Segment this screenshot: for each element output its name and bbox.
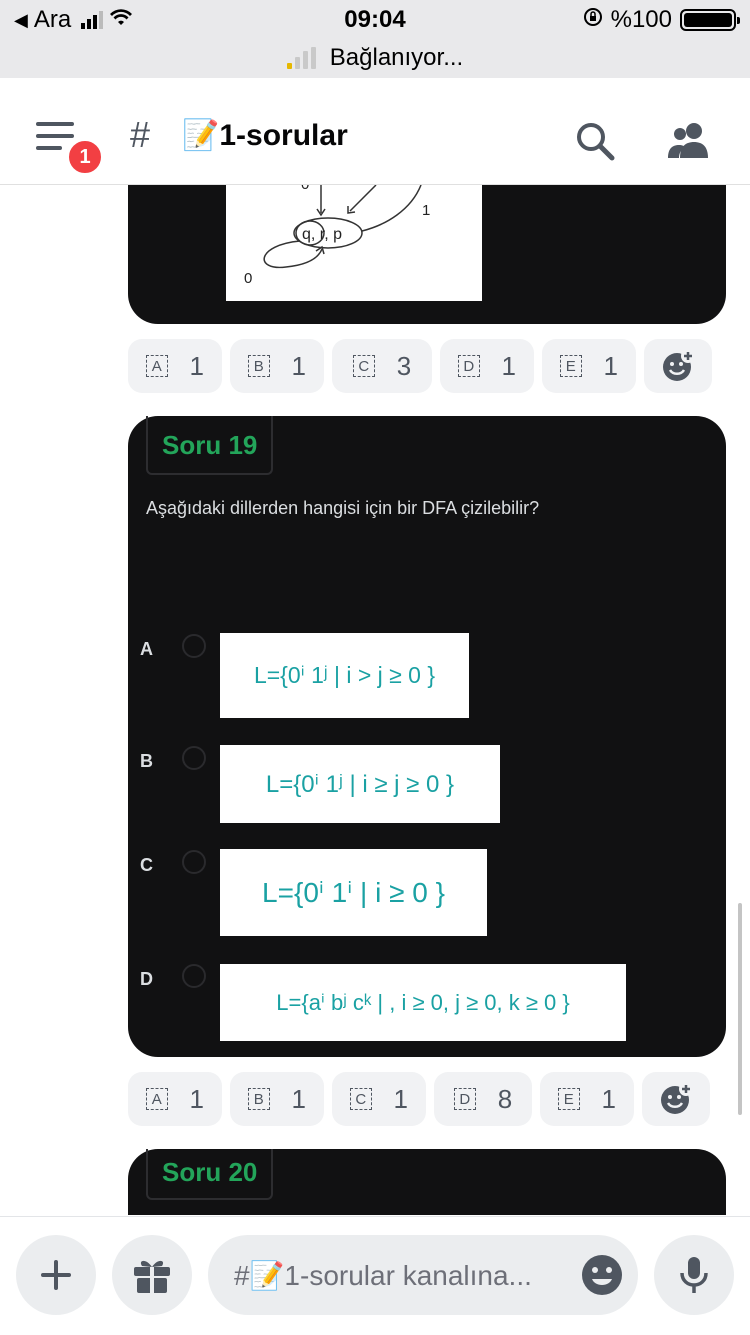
option-formula-c: L={0ⁱ 1ⁱ | i ≥ 0 } — [220, 849, 487, 936]
rotation-lock-icon — [583, 6, 603, 34]
channel-title[interactable]: 📝 1-sorular — [182, 118, 348, 153]
question-20-card: Soru 20 — [128, 1149, 726, 1215]
option-letter-d: D — [140, 969, 153, 989]
option-formula-a: L={0ⁱ 1ʲ | i > j ≥ 0 } — [220, 633, 469, 718]
reaction-D[interactable]: D 1 — [440, 339, 534, 393]
reaction-count: 1 — [291, 350, 306, 381]
reaction-key-icon: B — [248, 355, 270, 377]
formula-text: L={aⁱ bʲ cᵏ | , i ≥ 0, j ≥ 0, k ≥ 0 } — [276, 989, 570, 1015]
option-letter-b: B — [140, 751, 153, 771]
formula-text: L={0ⁱ 1ʲ | i > j ≥ 0 } — [253, 662, 436, 688]
reaction-key-icon: E — [560, 355, 582, 377]
reaction-key-icon: B — [248, 1088, 270, 1110]
plus-icon — [41, 1260, 71, 1290]
attach-button[interactable] — [16, 1235, 96, 1315]
formula-text: L={0ⁱ 1ⁱ | i ≥ 0 } — [262, 877, 445, 908]
channel-header: 1 # 📝 1-sorular — [0, 78, 750, 185]
gift-icon — [134, 1260, 170, 1293]
previous-reactions: A 1 B 1 C 3 D 1 E 1 — [128, 339, 712, 393]
option-letter-a: A — [140, 639, 153, 659]
connection-status: Bağlanıyor... — [0, 44, 750, 72]
formula-text: L={0ⁱ 1ʲ | i ≥ j ≥ 0 } — [265, 770, 455, 798]
reaction-count: 3 — [396, 350, 412, 381]
question-19-card: Soru 19 Aşağıdaki dillerden hangisi için… — [128, 416, 726, 1057]
reaction-count: 8 — [497, 1083, 513, 1114]
reaction-A[interactable]: A 1 — [128, 1072, 222, 1126]
search-icon[interactable] — [574, 120, 616, 162]
reaction-B[interactable]: B 1 — [230, 339, 324, 393]
connection-text: Bağlanıyor... — [329, 44, 464, 71]
channel-hash-icon: # — [130, 114, 151, 155]
question-text: Aşağıdaki dillerden hangisi için bir DFA… — [146, 498, 540, 518]
add-reaction-icon — [661, 1082, 693, 1114]
reaction-count: 1 — [291, 1083, 306, 1114]
reaction-key-icon: D — [453, 1088, 476, 1110]
notification-badge: 1 — [66, 138, 104, 176]
battery-icon — [680, 9, 740, 31]
message-feed[interactable]: 0 q, r, p 1 0 A 1 B 1 C 3 D 1 E 1 — [0, 185, 750, 1215]
reaction-E[interactable]: E 1 — [540, 1072, 634, 1126]
message-input[interactable]: #📝1-sorular kanalına... — [208, 1235, 638, 1315]
reaction-key-icon: C — [352, 355, 375, 377]
feed-scrollbar[interactable] — [738, 903, 742, 1115]
diagram-right-label: 1 — [422, 202, 430, 219]
option-formula-b: L={0ⁱ 1ʲ | i ≥ j ≥ 0 } — [220, 745, 500, 823]
option-radio-a[interactable] — [182, 634, 206, 658]
message-composer: #📝1-sorular kanalına... — [0, 1216, 750, 1335]
connection-bars-icon — [286, 47, 316, 69]
question-tag: Soru 19 — [146, 416, 274, 475]
message-placeholder: #📝1-sorular kanalına... — [234, 1259, 532, 1291]
reaction-A[interactable]: A 1 — [128, 339, 222, 393]
reaction-count: 1 — [189, 350, 204, 381]
option-letter-c: C — [140, 855, 153, 875]
status-right: %100 — [583, 6, 740, 34]
add-reaction-icon — [663, 349, 695, 381]
question-tag: Soru 20 — [146, 1149, 274, 1200]
members-icon[interactable] — [666, 120, 712, 160]
reaction-key-icon: A — [146, 355, 168, 377]
previous-question-card: 0 q, r, p 1 0 — [128, 185, 726, 324]
option-formula-d: L={aⁱ bʲ cᵏ | , i ≥ 0, j ≥ 0, k ≥ 0 } — [220, 964, 626, 1041]
question-19-reactions: A 1 B 1 C 1 D 8 E 1 — [128, 1072, 710, 1126]
reaction-count: 1 — [603, 350, 618, 381]
reaction-key-icon: C — [350, 1088, 372, 1110]
reaction-D[interactable]: D 8 — [434, 1072, 532, 1126]
option-radio-c[interactable] — [182, 850, 206, 874]
reaction-count: 1 — [601, 1083, 616, 1114]
battery-percent: %100 — [610, 6, 672, 33]
channel-name: 1-sorular — [219, 118, 348, 152]
reaction-C[interactable]: C 1 — [332, 1072, 426, 1126]
reaction-C[interactable]: C 3 — [332, 339, 432, 393]
status-bar: ◀ Ara 09:04 %100 Bağlanıyor... — [0, 0, 750, 78]
reaction-key-icon: D — [458, 355, 480, 377]
option-radio-b[interactable] — [182, 746, 206, 770]
diagram-top-label: 0 — [301, 185, 309, 193]
microphone-icon — [680, 1257, 708, 1293]
state-diagram-image: 0 q, r, p 1 0 — [226, 185, 482, 301]
diagram-node-label: q, r, p — [302, 226, 342, 243]
reaction-count: 1 — [189, 1083, 204, 1114]
diagram-bottom-label: 0 — [244, 270, 252, 287]
reaction-count: 1 — [393, 1083, 408, 1114]
add-reaction-button[interactable] — [644, 339, 712, 393]
reaction-E[interactable]: E 1 — [542, 339, 636, 393]
reaction-count: 1 — [501, 350, 516, 381]
gift-button[interactable] — [112, 1235, 192, 1315]
reaction-B[interactable]: B 1 — [230, 1072, 324, 1126]
option-radio-d[interactable] — [182, 964, 206, 988]
emoji-icon[interactable] — [580, 1253, 624, 1297]
memo-emoji-icon: 📝 — [182, 119, 220, 152]
voice-button[interactable] — [654, 1235, 734, 1315]
reaction-key-icon: E — [558, 1088, 580, 1110]
reaction-key-icon: A — [146, 1088, 168, 1110]
add-reaction-button[interactable] — [642, 1072, 710, 1126]
